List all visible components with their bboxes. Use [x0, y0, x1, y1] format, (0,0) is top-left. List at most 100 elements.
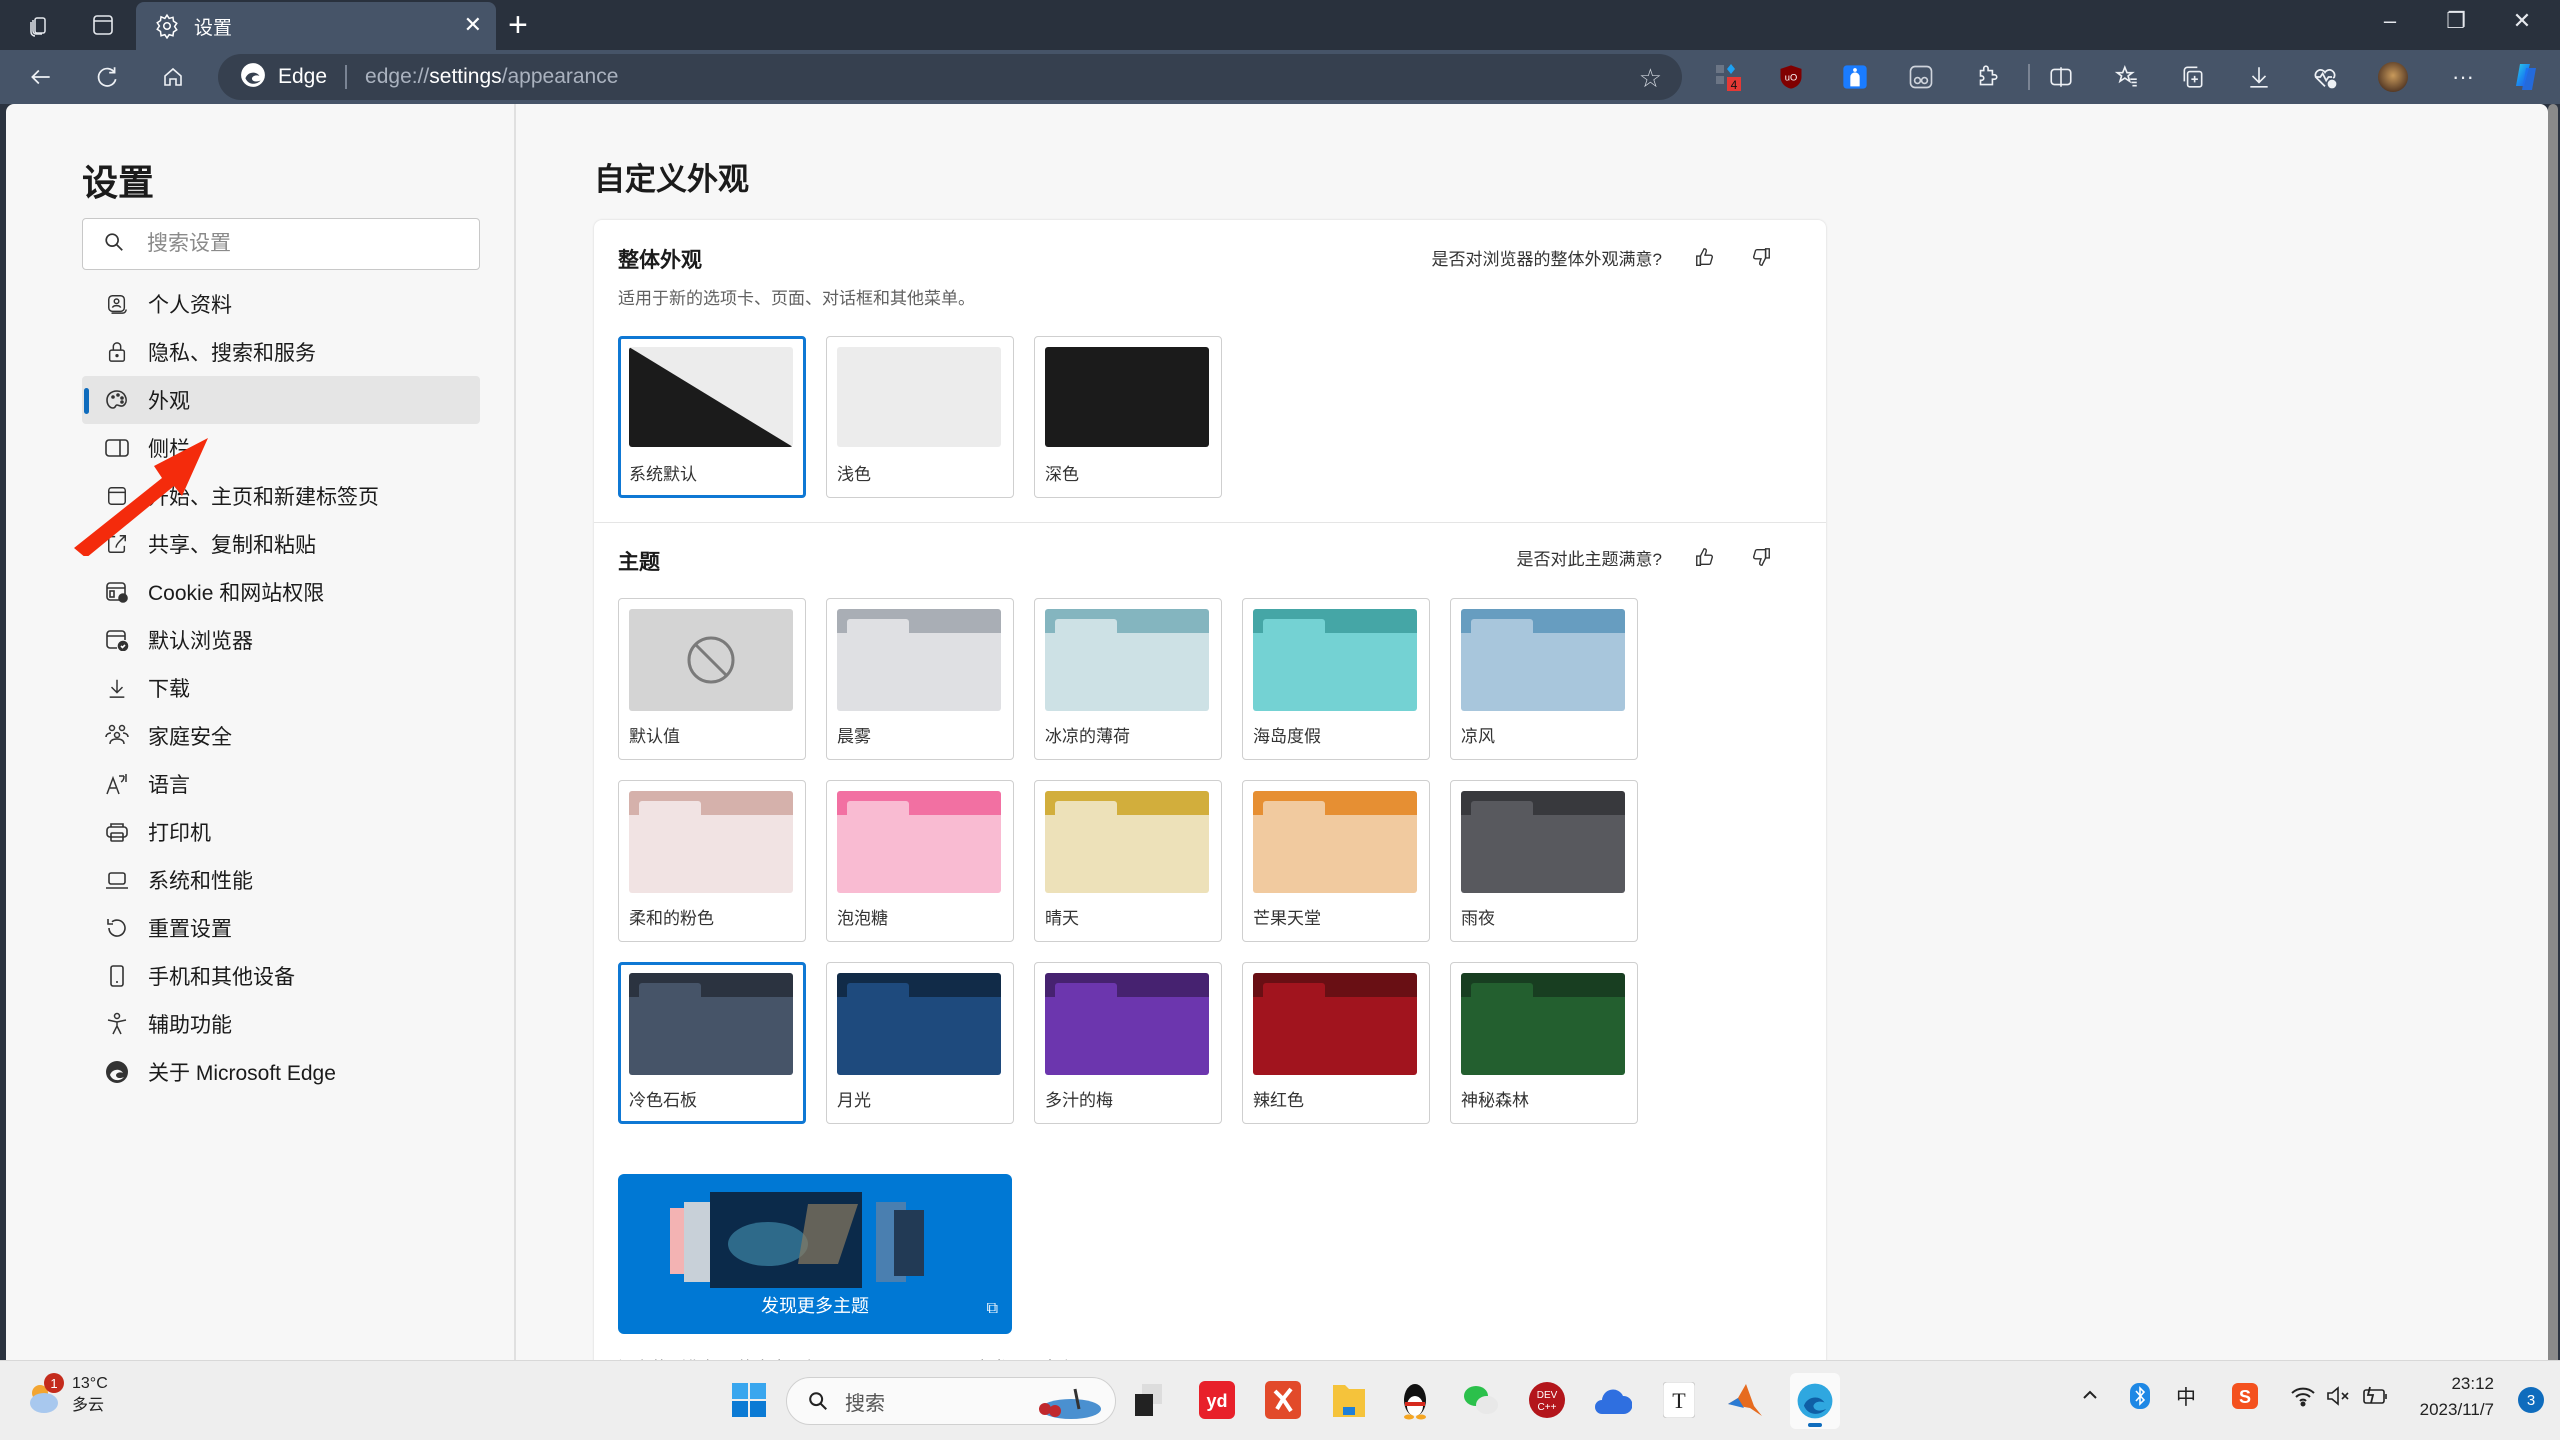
- theme-label: 多汁的梅: [1045, 1091, 1113, 1110]
- wifi-icon[interactable]: [2290, 1385, 2316, 1413]
- external-link-icon: ⧉: [986, 1300, 998, 1317]
- new-tab-button[interactable]: +: [508, 6, 528, 45]
- bluetooth-icon[interactable]: [2130, 1383, 2150, 1415]
- extension-icon-3[interactable]: [1838, 60, 1872, 94]
- split-screen-icon[interactable]: [2044, 60, 2078, 94]
- minimize-button[interactable]: –: [2370, 8, 2410, 34]
- page-scrollbar[interactable]: [2548, 104, 2558, 1360]
- theme-option[interactable]: 默认值: [618, 598, 806, 760]
- theme-option[interactable]: 芒果天堂: [1242, 780, 1430, 942]
- restore-button[interactable]: ❐: [2436, 8, 2476, 34]
- downloads-icon[interactable]: [2242, 60, 2276, 94]
- extension-icon-1[interactable]: 4: [1712, 60, 1746, 94]
- thumbs-down-icon[interactable]: [1748, 544, 1774, 570]
- theme-option[interactable]: 晨雾: [826, 598, 1014, 760]
- theme-option[interactable]: 雨夜: [1450, 780, 1638, 942]
- home-button[interactable]: [156, 60, 190, 94]
- youdao-icon[interactable]: yd: [1196, 1379, 1238, 1421]
- thumbs-down-icon[interactable]: [1748, 244, 1774, 270]
- back-button[interactable]: [24, 60, 58, 94]
- sidebar-item-family[interactable]: 家庭安全: [82, 712, 480, 760]
- qq-icon[interactable]: [1394, 1379, 1436, 1421]
- devcpp-icon[interactable]: DEV C++: [1526, 1379, 1568, 1421]
- show-hidden-icons[interactable]: [2080, 1385, 2100, 1411]
- settings-and-more-button[interactable]: ···: [2446, 60, 2480, 94]
- edge-taskbar-icon[interactable]: [1790, 1373, 1840, 1429]
- volume-muted-icon[interactable]: [2326, 1385, 2352, 1413]
- appearance-option-light[interactable]: 浅色: [826, 336, 1014, 498]
- weather-widget[interactable]: 1 13°C 多云: [24, 1373, 108, 1417]
- start-icon[interactable]: [728, 1379, 770, 1421]
- appearance-option-dark[interactable]: 深色: [1034, 336, 1222, 498]
- sidebar-item-start-home[interactable]: 开始、主页和新建标签页: [82, 472, 480, 520]
- sidebar-item-profile[interactable]: 个人资料: [82, 280, 480, 328]
- url-text[interactable]: edge://settings/appearance: [365, 65, 618, 89]
- copilot-icon[interactable]: [2510, 60, 2544, 94]
- favorites-icon[interactable]: [2110, 60, 2144, 94]
- battery-icon[interactable]: [2362, 1385, 2390, 1413]
- sidebar-item-languages[interactable]: 语言: [82, 760, 480, 808]
- tab-settings[interactable]: 设置 ✕: [136, 2, 496, 50]
- theme-option[interactable]: 泡泡糖: [826, 780, 1014, 942]
- sidebar-item-sidebar[interactable]: 侧栏: [82, 424, 480, 472]
- workspaces-icon[interactable]: [24, 10, 54, 40]
- close-window-button[interactable]: ✕: [2502, 8, 2542, 34]
- sidebar-item-downloads[interactable]: 下载: [82, 664, 480, 712]
- cloud-drive-icon[interactable]: [1592, 1379, 1634, 1421]
- ime-indicator[interactable]: 中: [2176, 1381, 2196, 1410]
- xmind-icon[interactable]: [1262, 1379, 1304, 1421]
- sidebar-item-reset[interactable]: 重置设置: [82, 904, 480, 952]
- theme-option[interactable]: 冰凉的薄荷: [1034, 598, 1222, 760]
- theme-option[interactable]: 凉风: [1450, 598, 1638, 760]
- theme-option[interactable]: 柔和的粉色: [618, 780, 806, 942]
- file-explorer-icon[interactable]: [1328, 1379, 1370, 1421]
- sidebar-item-default-browser[interactable]: 默认浏览器: [82, 616, 480, 664]
- printer-icon: [104, 819, 130, 845]
- sidebar-item-cookies[interactable]: Cookie 和网站权限: [82, 568, 480, 616]
- extensions-puzzle-icon[interactable]: [1970, 60, 2004, 94]
- wechat-icon[interactable]: [1460, 1379, 1502, 1421]
- favorite-star-icon[interactable]: ☆: [1639, 63, 1662, 94]
- theme-option[interactable]: 多汁的梅: [1034, 962, 1222, 1124]
- ublock-icon[interactable]: uO: [1774, 60, 1808, 94]
- task-view-icon[interactable]: [1128, 1379, 1170, 1421]
- settings-search-input[interactable]: [147, 232, 447, 256]
- discover-themes-button[interactable]: 发现更多主题 ⧉: [618, 1174, 1012, 1334]
- sidebar-item-share[interactable]: 共享、复制和粘贴: [82, 520, 480, 568]
- refresh-button[interactable]: [90, 60, 124, 94]
- sidebar-item-printers[interactable]: 打印机: [82, 808, 480, 856]
- sidebar-item-privacy[interactable]: 隐私、搜索和服务: [82, 328, 480, 376]
- theme-option[interactable]: 辣红色: [1242, 962, 1430, 1124]
- thumbs-up-icon[interactable]: [1692, 244, 1718, 270]
- matlab-icon[interactable]: [1724, 1379, 1766, 1421]
- notification-badge[interactable]: 3: [2518, 1387, 2544, 1413]
- browser-essentials-icon[interactable]: [2308, 60, 2342, 94]
- theme-label: 晨雾: [837, 727, 871, 746]
- theme-option[interactable]: 晴天: [1034, 780, 1222, 942]
- sidebar-item-appearance[interactable]: 外观: [82, 376, 480, 424]
- sogou-icon[interactable]: S: [2232, 1383, 2258, 1415]
- sidebar-item-accessibility[interactable]: 辅助功能: [82, 1000, 480, 1048]
- theme-option[interactable]: 月光: [826, 962, 1014, 1124]
- close-tab-icon[interactable]: ✕: [464, 12, 482, 38]
- settings-search[interactable]: [82, 218, 480, 270]
- theme-option[interactable]: 神秘森林: [1450, 962, 1638, 1124]
- main-content: 自定义外观 整体外观 适用于新的选项卡、页面、对话框和其他菜单。 是否对浏览器的…: [516, 104, 2548, 1360]
- theme-option[interactable]: 冷色石板: [618, 962, 806, 1124]
- sidebar-item-about[interactable]: 关于 Microsoft Edge: [82, 1048, 480, 1096]
- sidebar-item-phone[interactable]: 手机和其他设备: [82, 952, 480, 1000]
- address-bar[interactable]: Edge edge://settings/appearance ☆: [218, 54, 1682, 100]
- extension-icon-4[interactable]: [1904, 60, 1938, 94]
- profile-avatar[interactable]: [2376, 60, 2410, 94]
- collections-icon[interactable]: [2176, 60, 2210, 94]
- typora-icon[interactable]: T: [1658, 1379, 1700, 1421]
- taskbar-search[interactable]: 搜索: [786, 1377, 1116, 1425]
- clock-date: 2023/11/7: [2419, 1400, 2494, 1419]
- sidebar-item-system[interactable]: 系统和性能: [82, 856, 480, 904]
- theme-option[interactable]: 海岛度假: [1242, 598, 1430, 760]
- system-clock[interactable]: 23:12 2023/11/7: [2420, 1371, 2494, 1423]
- thumbs-up-icon[interactable]: [1692, 544, 1718, 570]
- vertical-tabs-icon[interactable]: [88, 10, 118, 40]
- appearance-option-system[interactable]: 系统默认: [618, 336, 806, 498]
- theme-label: 凉风: [1461, 727, 1495, 746]
